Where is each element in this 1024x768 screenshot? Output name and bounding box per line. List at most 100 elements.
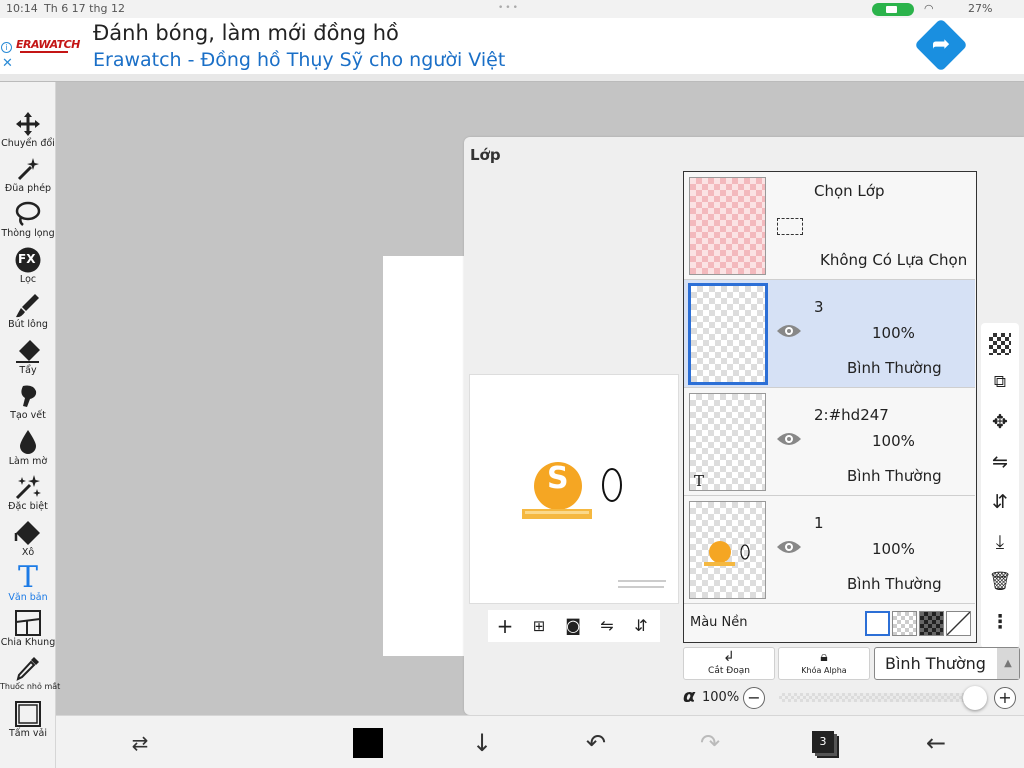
move-icon [16, 112, 40, 136]
layer-opacity: 100% [872, 540, 915, 558]
tool-label: Tấm vải [9, 728, 47, 739]
coin-glyph: S [547, 461, 569, 496]
layer-row-3[interactable]: 3 100% Bình Thường [684, 280, 975, 388]
selection-thumb [689, 177, 766, 275]
back-arrow-icon[interactable]: ← [920, 727, 952, 759]
tool-filter[interactable]: FX Lọc [0, 246, 56, 290]
layer-preview[interactable]: S [469, 374, 679, 604]
tool-smudge[interactable]: Tạo vết [0, 382, 56, 426]
ad-headline[interactable]: Đánh bóng, làm mới đồng hồ [93, 21, 399, 45]
move-layer-icon[interactable]: ✥ [987, 409, 1013, 435]
tool-eraser[interactable]: Tẩy [0, 337, 56, 381]
background-label: Màu Nền [690, 615, 748, 630]
layer-thumb [688, 283, 768, 385]
tool-label: Văn bản [8, 592, 48, 603]
brush-icon [16, 294, 39, 318]
bg-white-swatch[interactable] [865, 611, 890, 636]
tool-magic-wand[interactable]: Đũa phép [0, 155, 56, 199]
layers-count-button[interactable]: 3 [812, 731, 834, 753]
sparkle-wand-icon [15, 475, 41, 500]
eye-icon[interactable] [776, 538, 802, 556]
eye-icon[interactable] [776, 430, 802, 448]
ad-close-icon[interactable]: ✕ [2, 56, 13, 71]
tool-label: Tạo vết [10, 410, 46, 421]
alpha-slider-thumb[interactable] [963, 686, 987, 710]
camera-import-icon[interactable]: ◙ [561, 614, 585, 638]
status-time: 10:14 [6, 2, 38, 15]
bg-none-swatch[interactable] [946, 611, 971, 636]
left-toolbar: Chuyển đổi Đũa phép Thòng lọng FX Lọc Bú… [0, 82, 61, 768]
bg-transparent-swatch[interactable] [892, 611, 917, 636]
tool-text[interactable]: T Văn bản [0, 563, 56, 608]
blend-mode-select[interactable]: Bình Thường ▲ [874, 647, 1020, 680]
panel-title: Lớp [470, 146, 501, 164]
primary-color-swatch[interactable] [353, 728, 383, 758]
clip-label: Cắt Đoạn [708, 666, 750, 676]
swap-tool-icon[interactable]: ⇄ [124, 727, 156, 759]
tool-label: Chia Khung [0, 637, 56, 648]
delete-layer-icon[interactable]: 🗑 [987, 569, 1013, 595]
layer-name: 1 [814, 514, 824, 532]
background-color-row: Màu Nền [684, 604, 975, 642]
add-layer-copy-icon[interactable]: ⊞ [527, 614, 551, 638]
layer-actions-strip: ⧉ ✥ ⇋ ⇵ ⤓ 🗑 ⋮ [981, 323, 1019, 648]
tool-label: Bút lông [8, 319, 48, 330]
selection-marquee-icon [777, 218, 803, 235]
alpha-lock-button[interactable]: 🔒︎ Khóa Alpha [778, 647, 870, 680]
layer-thumb-art [704, 541, 750, 566]
clip-button[interactable]: ↲ Cắt Đoạn [683, 647, 775, 680]
layer-row-2[interactable]: T 2:#hd247 100% Bình Thường [684, 388, 975, 496]
undo-icon[interactable]: ↶ [580, 727, 612, 759]
checker-pattern-icon[interactable] [989, 333, 1011, 355]
camera-indicator-icon [872, 3, 914, 16]
add-layer-icon[interactable]: + [493, 614, 517, 638]
fx-glyph: FX [18, 252, 36, 266]
tool-eyedropper[interactable]: Thuốc nhỏ mắt [0, 654, 61, 698]
tool-label: Thuốc nhỏ mắt [0, 682, 61, 691]
ad-subline[interactable]: Erawatch - Đồng hồ Thụy Sỹ cho người Việ… [93, 49, 505, 71]
lasso-icon [15, 201, 41, 226]
tool-special[interactable]: Đặc biệt [0, 473, 56, 517]
multitask-dots-icon[interactable]: ••• [498, 3, 520, 13]
flip-layer-vertical-icon[interactable]: ⇵ [987, 489, 1013, 515]
eye-icon[interactable] [776, 322, 802, 340]
tool-canvas[interactable]: Tấm vải [0, 700, 56, 744]
status-bar: 10:14 Th 6 17 thg 12 ••• ◠ 27% [0, 0, 1024, 18]
tool-transform[interactable]: Chuyển đổi [0, 110, 56, 154]
layer-list: Chọn Lớp Không Có Lựa Chọn 3 100% Bình T… [683, 171, 977, 643]
battery-level: 27% [968, 2, 993, 15]
tool-label: Lọc [19, 274, 37, 285]
layer-row-1[interactable]: 1 100% Bình Thường [684, 496, 975, 604]
alpha-plus-button[interactable]: + [994, 687, 1016, 709]
alpha-minus-button[interactable]: − [743, 687, 765, 709]
magic-wand-icon [17, 158, 39, 181]
wifi-icon: ◠ [924, 2, 934, 15]
flip-horizontal-icon[interactable]: ⇋ [595, 614, 619, 638]
selection-row-status: Không Có Lựa Chọn [820, 251, 968, 269]
tool-lasso[interactable]: Thòng lọng [0, 200, 56, 244]
tool-frame-divider[interactable]: Chia Khung [0, 609, 56, 653]
more-options-icon[interactable]: ⋮ [987, 609, 1013, 635]
frame-divider-icon [15, 610, 41, 636]
selection-layer-row[interactable]: Chọn Lớp Không Có Lựa Chọn [684, 172, 975, 280]
ad-info-icon[interactable]: i [1, 42, 12, 53]
alpha-slider-track[interactable] [779, 693, 975, 702]
bg-dark-swatch[interactable] [919, 611, 944, 636]
tool-label: Làm mờ [8, 456, 48, 467]
layer-transform-icon[interactable]: ⧉ [987, 369, 1013, 395]
flip-vertical-icon[interactable]: ⇵ [629, 614, 653, 638]
bucket-icon [14, 521, 40, 545]
tool-brush[interactable]: Bút lông [0, 291, 56, 335]
flip-layer-horizontal-icon[interactable]: ⇋ [987, 449, 1013, 475]
arrow-down-icon[interactable]: ↓ [466, 727, 498, 759]
redo-icon[interactable]: ↷ [694, 727, 726, 759]
merge-down-icon[interactable]: ⤓ [987, 529, 1013, 555]
preview-artwork [522, 462, 666, 588]
clip-icon: ↲ [723, 649, 735, 665]
tool-bucket[interactable]: Xô [0, 519, 56, 563]
layer-name: 2:#hd247 [814, 406, 889, 424]
tool-blur[interactable]: Làm mờ [0, 428, 56, 472]
tool-label: Chuyển đổi [1, 138, 55, 149]
blend-mode-value: Bình Thường [885, 654, 986, 673]
ad-banner[interactable]: i ✕ ERAWATCH Đánh bóng, làm mới đồng hồ … [0, 18, 1024, 74]
